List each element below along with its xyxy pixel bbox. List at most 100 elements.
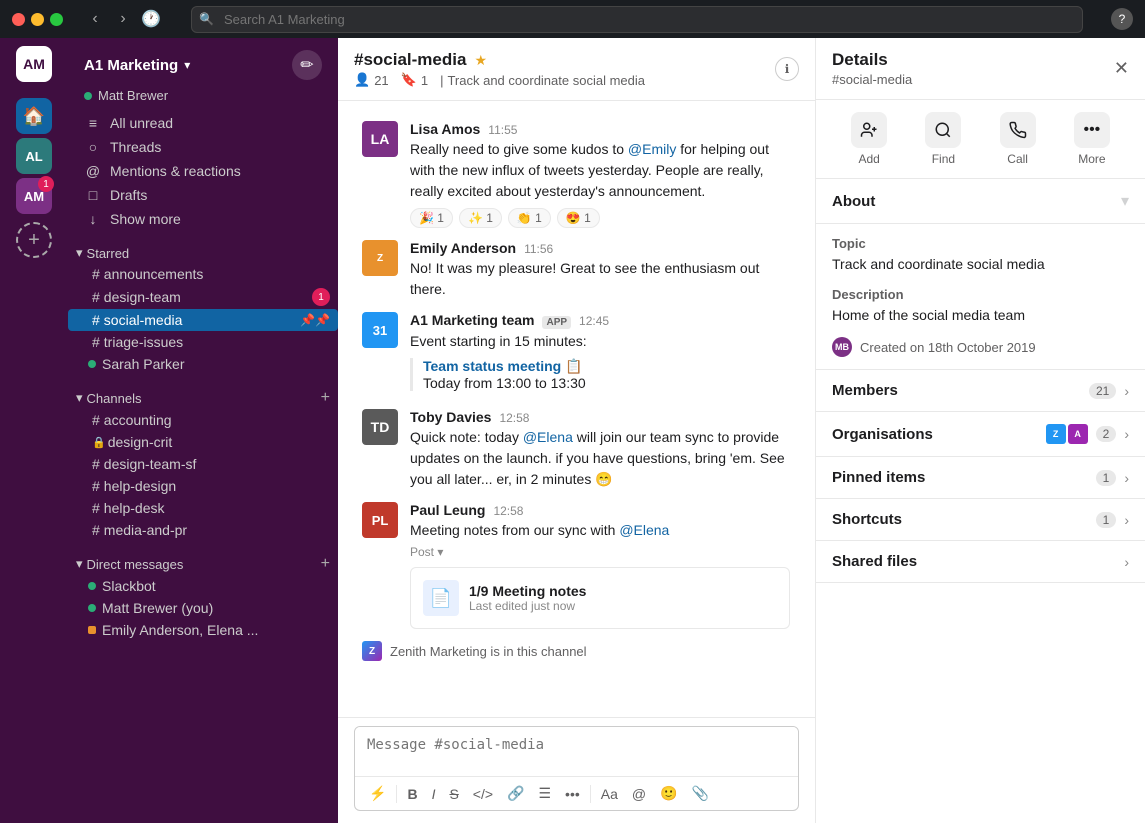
channel-item-social-media[interactable]: # social-media 📌📌 — [68, 309, 338, 331]
reaction-item[interactable]: 😍 1 — [557, 208, 600, 228]
shared-files-right: › — [1124, 554, 1129, 570]
channel-item-design-team-sf[interactable]: # design-team-sf — [68, 453, 338, 475]
channel-item-accounting[interactable]: # accounting — [68, 409, 338, 431]
mention-link[interactable]: @Emily — [628, 141, 676, 157]
created-info: MB Created on 18th October 2019 — [832, 337, 1129, 357]
channel-item-design-team[interactable]: # design-team 1 — [68, 285, 338, 309]
more-actions-button[interactable]: ••• More — [1074, 112, 1110, 166]
reaction-item[interactable]: ✨ 1 — [459, 208, 502, 228]
sidebar-item-threads[interactable]: ○ Threads — [76, 135, 330, 159]
font-button[interactable]: Aa — [595, 782, 624, 806]
members-row[interactable]: Members 21 › — [816, 370, 1145, 412]
details-close-button[interactable]: ✕ — [1114, 58, 1129, 79]
channel-item-announcements[interactable]: # announcements — [68, 263, 338, 285]
about-section-header[interactable]: About ▾ — [816, 179, 1145, 224]
channel-item-help-desk[interactable]: # help-desk — [68, 497, 338, 519]
forward-button[interactable]: › — [111, 7, 135, 31]
bold-button[interactable]: B — [401, 782, 423, 806]
channels-section-header[interactable]: ▾ Channels + — [68, 387, 338, 409]
topic-label: Topic — [832, 236, 1129, 251]
code-button[interactable]: </> — [467, 782, 499, 806]
dm-item-emily-elena[interactable]: Emily Anderson, Elena ... — [68, 619, 338, 641]
star-icon[interactable]: ★ — [474, 52, 487, 69]
add-workspace-button[interactable]: + — [16, 222, 52, 258]
dm-label: Direct messages — [87, 557, 184, 572]
quote-link[interactable]: Team status meeting 📋 — [423, 358, 791, 375]
italic-button[interactable]: I — [426, 782, 442, 806]
message-text: Really need to give some kudos to @Emily… — [410, 139, 791, 202]
sidebar-item-drafts[interactable]: □ Drafts — [76, 183, 330, 207]
dm-item-slackbot[interactable]: Slackbot — [68, 575, 338, 597]
message-header: Lisa Amos 11:55 — [410, 121, 791, 137]
am-workspace-btn[interactable]: AM 1 — [16, 178, 52, 214]
help-button[interactable]: ? — [1111, 8, 1133, 30]
back-button[interactable]: ‹ — [83, 7, 107, 31]
message-content: Lisa Amos 11:55 Really need to give some… — [410, 121, 791, 228]
chevron-right-icon: › — [1124, 470, 1129, 486]
post-label[interactable]: Post ▾ — [410, 545, 443, 559]
sidebar-item-mentions[interactable]: @ Mentions & reactions — [76, 159, 330, 183]
channel-item-triage-issues[interactable]: # triage-issues — [68, 331, 338, 353]
bookmarks-count[interactable]: 🔖 1 — [401, 72, 428, 88]
pinned-items-row[interactable]: Pinned items 1 › — [816, 457, 1145, 499]
emoji-button[interactable]: 🙂 — [654, 781, 683, 806]
description-field: Description Home of the social media tea… — [832, 287, 1129, 326]
description-label: Description — [832, 287, 1129, 302]
workspace-badge: 1 — [38, 176, 54, 192]
post-card[interactable]: 📄 1/9 Meeting notes Last edited just now — [410, 567, 790, 629]
attach-button[interactable]: 📎 — [686, 781, 715, 806]
add-dm-button[interactable]: + — [321, 555, 330, 573]
message-text: Event starting in 15 minutes: — [410, 331, 791, 352]
mention-button[interactable]: @ — [626, 782, 652, 806]
minimize-traffic-light[interactable] — [31, 13, 44, 26]
dm-section-header[interactable]: ▾ Direct messages + — [68, 553, 338, 575]
history-button[interactable]: 🕐 — [139, 7, 163, 31]
dm-chevron-icon: ▾ — [76, 556, 83, 572]
reaction-item[interactable]: 🎉 1 — [410, 208, 453, 228]
add-channel-button[interactable]: + — [321, 389, 330, 407]
close-traffic-light[interactable] — [12, 13, 25, 26]
shortcuts-row[interactable]: Shortcuts 1 › — [816, 499, 1145, 541]
organisations-row[interactable]: Organisations Z A 2 › — [816, 412, 1145, 457]
sidebar-item-all-unread[interactable]: ≡ All unread — [76, 111, 330, 135]
more-label: More — [1078, 152, 1105, 166]
list-button[interactable]: ☰ — [532, 781, 557, 806]
details-title: Details — [832, 50, 912, 70]
workspace-name-button[interactable]: A1 Marketing ▾ — [84, 57, 190, 74]
link-button[interactable]: 🔗 — [501, 781, 530, 806]
call-button[interactable]: Call — [1000, 112, 1036, 166]
dm-item-sarah-parker[interactable]: Sarah Parker — [68, 353, 338, 375]
sidebar-item-show-more[interactable]: ↓ Show more — [76, 207, 330, 231]
search-input[interactable] — [191, 6, 1083, 33]
hash-icon: # — [92, 522, 100, 538]
members-right: 21 › — [1089, 383, 1129, 399]
fullscreen-traffic-light[interactable] — [50, 13, 63, 26]
shared-files-row[interactable]: Shared files › — [816, 541, 1145, 583]
starred-section-header[interactable]: ▾ Starred — [68, 243, 338, 263]
channel-item-media-and-pr[interactable]: # media-and-pr — [68, 519, 338, 541]
al-workspace-btn[interactable]: AL — [16, 138, 52, 174]
more-formatting-button[interactable]: ••• — [559, 782, 586, 806]
org-count: 2 — [1096, 426, 1117, 442]
add-member-button[interactable]: Add — [851, 112, 887, 166]
hash-icon: # — [92, 266, 100, 282]
lightning-button[interactable]: ⚡ — [363, 781, 392, 806]
compose-button[interactable]: ✏ — [292, 50, 322, 80]
home-icon-btn[interactable]: 🏠 — [16, 98, 52, 134]
find-button[interactable]: Find — [925, 112, 961, 166]
workspace-icon[interactable]: AM — [16, 46, 52, 82]
channel-item-design-crit[interactable]: 🔒 design-crit — [68, 431, 338, 453]
message-time: 12:45 — [579, 314, 609, 328]
message-input[interactable] — [355, 727, 798, 771]
reaction-item[interactable]: 👏 1 — [508, 208, 551, 228]
starred-label: Starred — [87, 246, 130, 261]
mention-link[interactable]: @Elena — [619, 522, 669, 538]
channel-item-help-design[interactable]: # help-design — [68, 475, 338, 497]
mention-link[interactable]: @Elena — [523, 429, 573, 445]
channel-info-button[interactable]: ℹ — [775, 57, 799, 81]
strikethrough-button[interactable]: S — [443, 782, 464, 806]
dm-item-matt-brewer[interactable]: Matt Brewer (you) — [68, 597, 338, 619]
icon-bar: AM 🏠 AL AM 1 + — [0, 38, 68, 823]
message-row: TD Toby Davies 12:58 Quick note: today @… — [354, 405, 799, 494]
members-count[interactable]: 👤 21 — [354, 72, 389, 88]
